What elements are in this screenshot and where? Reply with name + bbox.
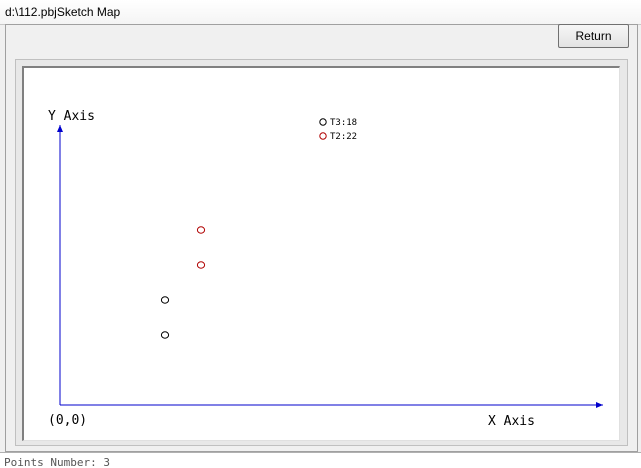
origin-label: (0,0) bbox=[48, 413, 87, 428]
data-point-s2-1 bbox=[196, 261, 206, 269]
background-window-strip: Points Number: 3 bbox=[0, 452, 641, 468]
sketch-chart: Y Axis X Axis (0,0) T3:18 T2:22 bbox=[48, 109, 603, 429]
data-point-s1-2 bbox=[160, 296, 170, 304]
background-status-text: Points Number: 3 bbox=[4, 456, 110, 467]
data-point-s2-2 bbox=[196, 226, 206, 234]
legend-marker-1 bbox=[319, 118, 327, 126]
y-axis-label: Y Axis bbox=[48, 109, 95, 124]
chart-legend: T3:18 T2:22 bbox=[319, 118, 357, 142]
legend-label-2: T2:22 bbox=[330, 132, 357, 142]
x-axis-label: X Axis bbox=[488, 414, 535, 429]
data-point-s1-1 bbox=[160, 331, 170, 339]
chart-points bbox=[160, 226, 206, 339]
sketch-map-window: d:\112.pbjSketch Map Return Y Axis X Axi… bbox=[0, 0, 641, 468]
legend-label-1: T3:18 bbox=[330, 118, 357, 128]
legend-marker-2 bbox=[319, 132, 327, 140]
